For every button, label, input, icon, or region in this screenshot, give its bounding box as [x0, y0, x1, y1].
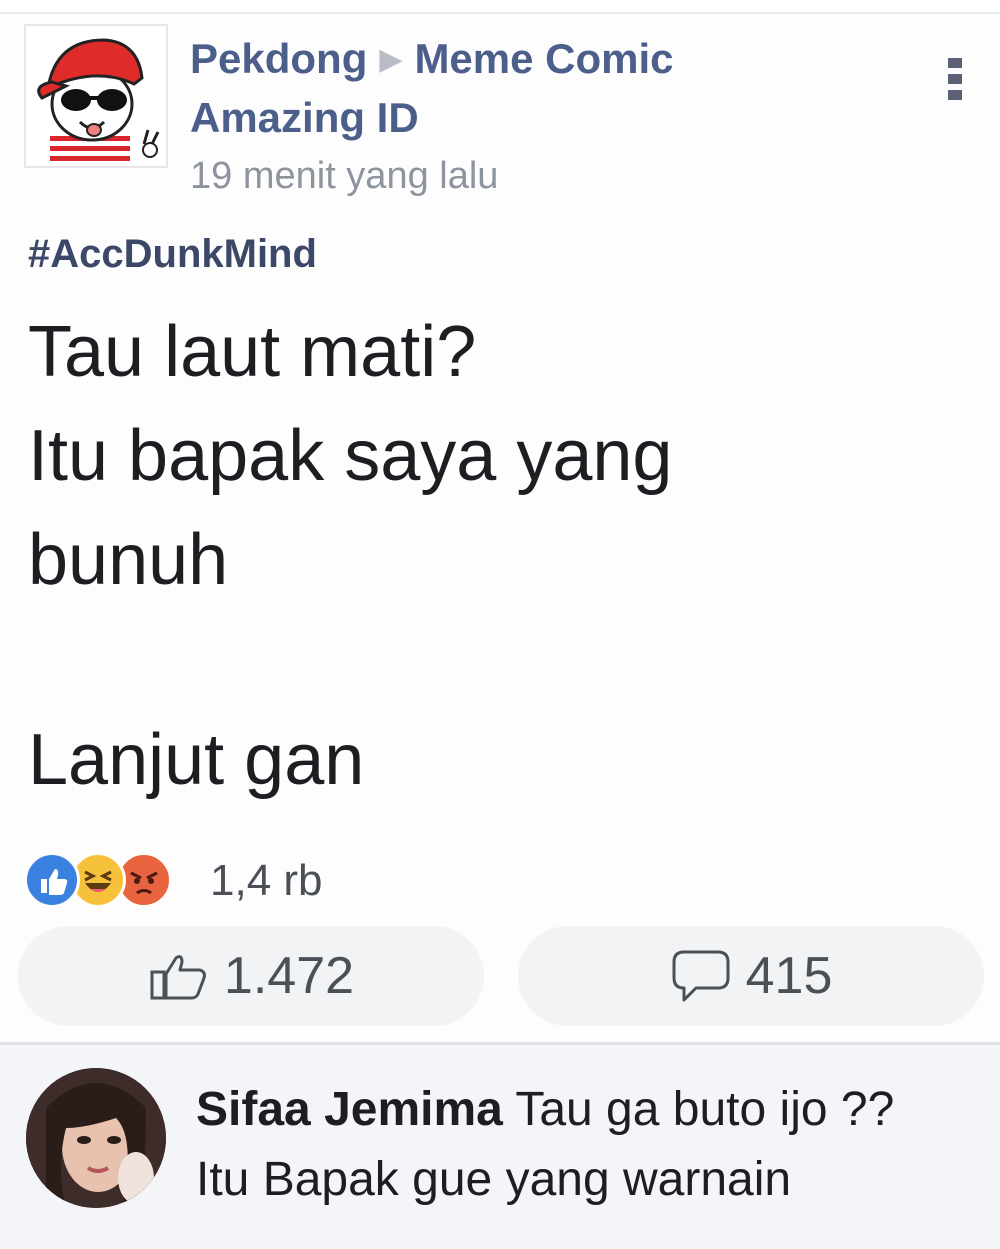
comment-text-line1: Tau ga buto ijo ??: [515, 1083, 895, 1136]
post-body: Tau laut mati? Itu bapak saya yang bunuh: [28, 300, 672, 612]
profile-photo-icon: [26, 1068, 166, 1208]
post-body-line: Tau laut mati?: [28, 312, 477, 392]
like-icon: [24, 852, 80, 908]
post-body-line: Itu bapak saya yang: [28, 416, 673, 496]
commenter-name[interactable]: Sifaa Jemima: [196, 1083, 503, 1136]
post-header: Pekdong ▶ Meme Comic Amazing ID 19 menit y…: [190, 30, 890, 205]
group-name-part2[interactable]: Amazing ID: [190, 89, 890, 147]
like-button[interactable]: 1.472: [18, 926, 484, 1026]
post-body-line: bunuh: [28, 520, 229, 600]
play-arrow-icon: ▶: [379, 43, 403, 76]
author-name[interactable]: Pekdong: [190, 35, 367, 82]
post-closing-line: Lanjut gan: [28, 720, 365, 800]
reaction-count: 1,4 rb: [210, 856, 323, 905]
post-author-line: Pekdong ▶ Meme Comic: [190, 30, 890, 89]
like-count: 1.472: [223, 947, 355, 1005]
group-name-part1[interactable]: Meme Comic: [414, 35, 673, 82]
post-hashtag[interactable]: #AccDunkMind: [28, 232, 317, 277]
comment-text-line2: Itu Bapak gue yang warnain: [196, 1153, 792, 1206]
comment-bubble-icon: [672, 950, 730, 1002]
commenter-avatar[interactable]: [26, 1068, 166, 1208]
comment-first-line: Sifaa Jemima Tau ga buto ijo ??: [196, 1080, 894, 1140]
comment-count: 415: [745, 947, 833, 1005]
post-timestamp[interactable]: 19 menit yang lalu: [190, 147, 890, 205]
more-options-icon[interactable]: [948, 58, 966, 106]
author-avatar[interactable]: [24, 24, 168, 168]
comment-button[interactable]: 415: [518, 926, 984, 1026]
cartoon-avatar-icon: [26, 26, 166, 166]
thumbs-up-icon: [150, 955, 206, 1000]
